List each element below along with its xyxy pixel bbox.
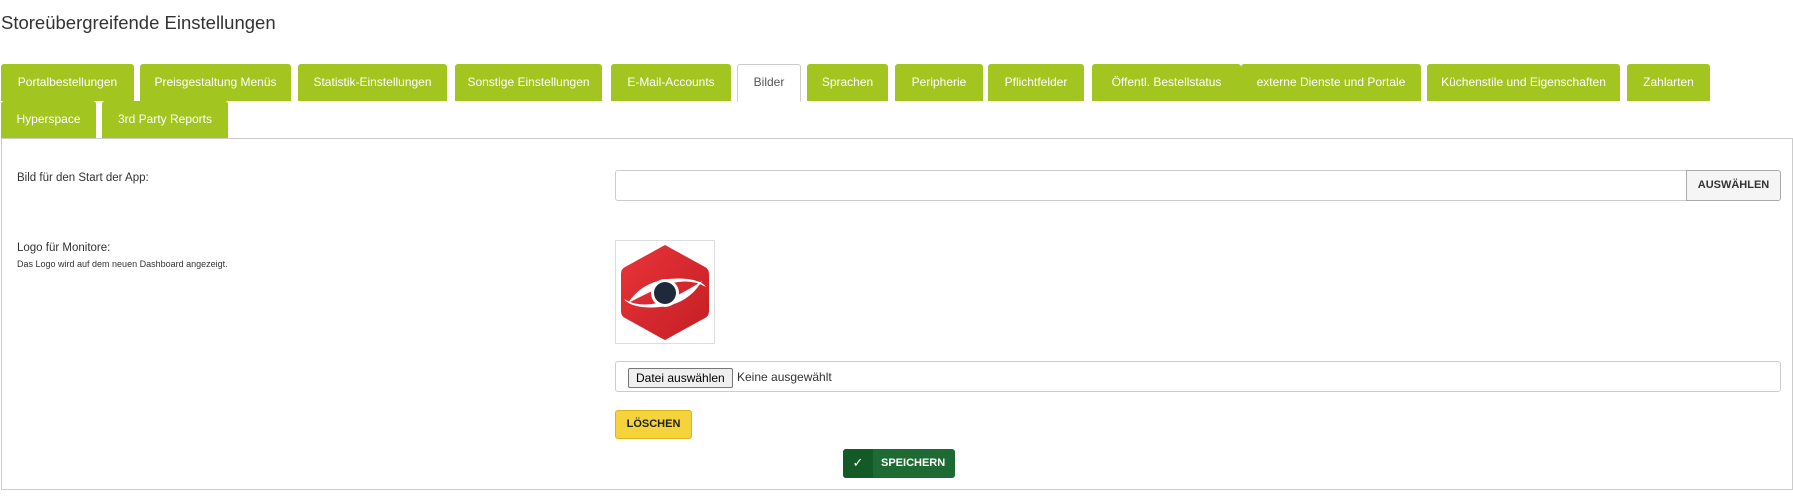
app-start-image-label: Bild für den Start der App: — [17, 172, 149, 184]
app-start-image-input[interactable] — [615, 170, 1687, 201]
tab-hyperspace[interactable]: Hyperspace — [1, 101, 96, 138]
tab-portalbestellungen[interactable]: Portalbestellungen — [1, 64, 134, 101]
tab-statistik-einstellungen[interactable]: Statistik-Einstellungen — [298, 64, 447, 101]
check-icon: ✓ — [843, 449, 873, 478]
tab-pflichtfelder[interactable]: Pflichtfelder — [988, 64, 1084, 101]
save-button-label: SPEICHERN — [881, 457, 946, 469]
tab-preisgestaltung-menus[interactable]: Preisgestaltung Menüs — [140, 64, 291, 101]
tab-email-accounts[interactable]: E-Mail-Accounts — [611, 64, 731, 101]
tab-3rd-party-reports[interactable]: 3rd Party Reports — [102, 101, 228, 138]
choose-file-button[interactable]: Datei auswählen — [628, 368, 733, 388]
tab-peripherie[interactable]: Peripherie — [895, 64, 983, 101]
monitor-logo-help: Das Logo wird auf dem neuen Dashboard an… — [17, 259, 228, 269]
monitor-logo-preview — [615, 240, 715, 344]
delete-logo-button[interactable]: LÖSCHEN — [615, 410, 692, 439]
tab-externe-dienste[interactable]: externe Dienste und Portale — [1241, 64, 1421, 101]
file-status-text: Keine ausgewählt — [737, 370, 832, 384]
tab-zahlarten[interactable]: Zahlarten — [1627, 64, 1710, 101]
monitor-logo-label: Logo für Monitore: — [17, 242, 111, 254]
tab-bilder[interactable]: Bilder — [737, 64, 801, 102]
tab-oeffentl-bestellstatus[interactable]: Öffentl. Bestellstatus — [1092, 64, 1241, 101]
logo-image — [621, 245, 709, 340]
save-button[interactable]: ✓ SPEICHERN — [843, 449, 955, 478]
settings-tabs: Portalbestellungen Preisgestaltung Menüs… — [0, 0, 1793, 140]
tab-kuechenstile[interactable]: Küchenstile und Eigenschaften — [1427, 64, 1620, 101]
logo-file-input: Datei auswählen Keine ausgewählt — [615, 361, 1781, 392]
tab-sonstige-einstellungen[interactable]: Sonstige Einstellungen — [455, 64, 602, 101]
tab-sprachen[interactable]: Sprachen — [807, 64, 888, 101]
select-image-button[interactable]: AUSWÄHLEN — [1686, 170, 1781, 201]
